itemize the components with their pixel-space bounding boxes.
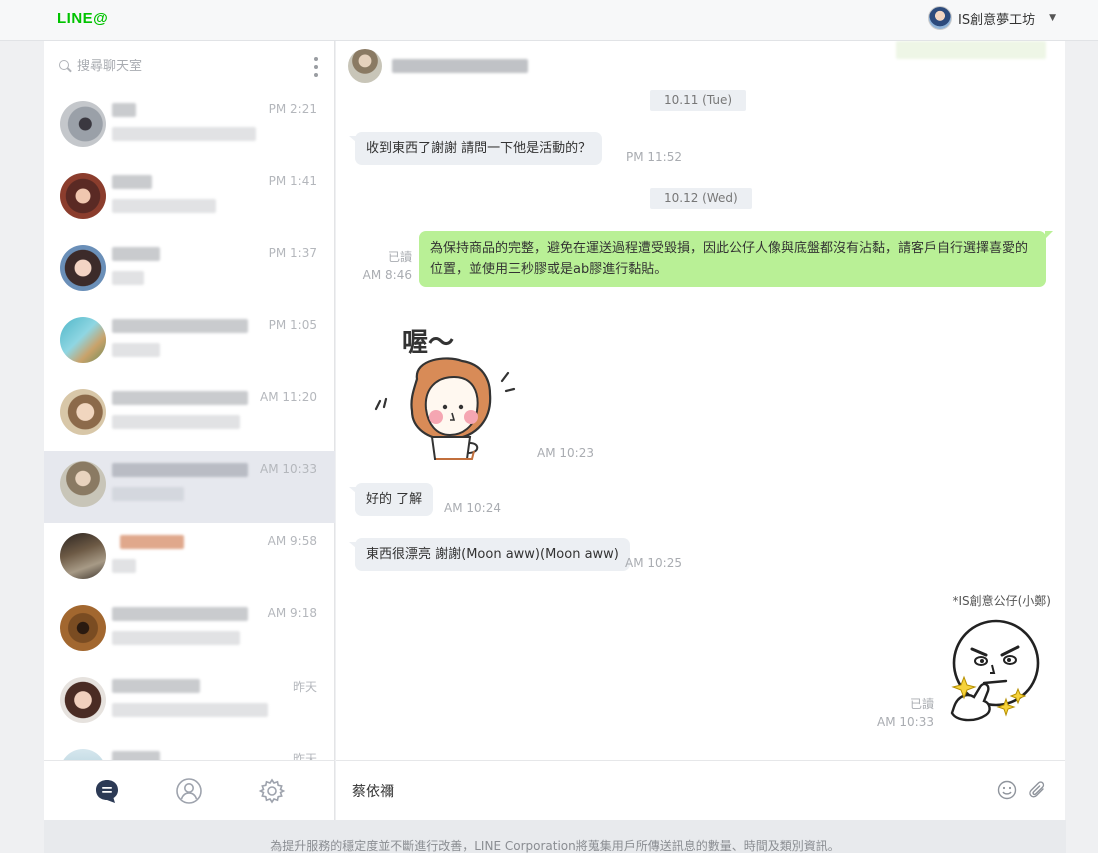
incoming-message-bubble: 東西很漂亮 謝謝(Moon aww)(Moon aww) — [349, 538, 630, 571]
chat-name-redacted — [112, 463, 248, 477]
message-time: AM 10:24 — [444, 501, 501, 515]
left-tab-bar — [44, 760, 335, 820]
sticker-thinking-face — [950, 619, 1040, 722]
contact-avatar[interactable] — [348, 49, 382, 83]
chat-header — [336, 41, 1065, 91]
avatar — [60, 533, 106, 579]
chat-list-item[interactable]: PM 1:05 — [44, 307, 335, 379]
avatar — [60, 173, 106, 219]
chat-list-panel: PM 2:21 PM 1:41 PM 1:37 PM 1:05 AM 11:20 — [44, 41, 335, 820]
avatar — [60, 245, 106, 291]
chat-time: AM 9:58 — [267, 534, 317, 548]
read-receipt: 已讀 — [909, 697, 934, 711]
paperclip-icon[interactable] — [1028, 779, 1048, 801]
chat-list-item[interactable]: AM 9:58 — [44, 523, 335, 595]
account-switcher[interactable]: IS創意夢工坊 ▼ — [927, 5, 1056, 31]
search-bar — [44, 41, 335, 91]
message-composer — [336, 760, 1065, 820]
chat-preview-redacted — [112, 631, 240, 645]
chat-time: PM 2:21 — [268, 102, 317, 116]
chat-list-item[interactable]: AM 11:20 — [44, 379, 335, 451]
avatar — [60, 749, 106, 760]
chat-name-redacted — [112, 607, 248, 621]
chat-time: AM 11:20 — [260, 390, 317, 404]
chat-list-item[interactable]: PM 2:21 — [44, 91, 335, 163]
sender-name: *IS創意公仔(小鄭) — [952, 594, 1051, 608]
date-divider: 10.11 (Tue) — [650, 90, 747, 111]
account-avatar — [927, 6, 952, 30]
avatar — [60, 461, 106, 507]
chat-preview-redacted — [112, 343, 160, 357]
sticker-girl-with-cup: 喔～ — [374, 328, 516, 460]
chat-preview-redacted — [112, 199, 216, 213]
chat-time: 昨天 — [292, 752, 317, 760]
message-time: PM 11:52 — [626, 150, 682, 164]
chat-preview-redacted — [112, 271, 144, 285]
message-area[interactable]: 10.11 (Tue) 收到東西了謝謝 請問一下他是活動的？ PM 11:52 … — [336, 41, 1065, 760]
chat-name-redacted — [112, 751, 160, 760]
date-divider: 10.12 (Wed) — [650, 188, 752, 209]
message-input[interactable] — [352, 781, 972, 801]
chat-time: AM 10:33 — [260, 462, 317, 476]
chat-preview-redacted — [112, 127, 256, 141]
friends-icon[interactable] — [175, 777, 203, 805]
avatar — [60, 605, 106, 651]
line-logo[interactable]: LINE@ — [57, 10, 108, 27]
message-time: AM 10:25 — [625, 556, 682, 570]
chat-list-item[interactable]: 昨天 — [44, 739, 335, 760]
chat-time: PM 1:41 — [268, 174, 317, 188]
privacy-notice: 為提升服務的穩定度並不斷進行改善，LINE Corporation將蒐集用戶所傳… — [44, 820, 1066, 853]
chat-list-item[interactable]: PM 1:41 — [44, 163, 335, 235]
incoming-message-bubble: 好的 了解 — [348, 483, 434, 516]
message-time: AM 10:33 — [877, 715, 934, 729]
chat-preview-redacted — [112, 415, 240, 429]
message-time: AM 10:23 — [537, 446, 594, 460]
chat-name-redacted — [112, 103, 136, 117]
chat-preview-redacted — [112, 703, 268, 717]
chat-preview-redacted — [112, 559, 136, 573]
header-notice-redacted — [896, 41, 1046, 59]
chat-time: PM 1:37 — [268, 246, 317, 260]
incoming-message-bubble: 收到東西了謝謝 請問一下他是活動的？ — [348, 132, 603, 165]
chat-time: 昨天 — [292, 680, 317, 694]
conversation-panel: 10.11 (Tue) 收到東西了謝謝 請問一下他是活動的？ PM 11:52 … — [336, 41, 1065, 820]
chat-time: PM 1:05 — [268, 318, 317, 332]
message-time: AM 8:46 — [362, 268, 412, 282]
more-options-icon[interactable] — [309, 57, 323, 77]
chat-list: PM 2:21 PM 1:41 PM 1:37 PM 1:05 AM 11:20 — [44, 91, 335, 760]
chat-icon[interactable] — [93, 777, 121, 805]
avatar — [60, 677, 106, 723]
search-icon — [58, 59, 72, 73]
read-receipt: 已讀 — [387, 250, 412, 264]
search-input[interactable] — [77, 58, 297, 74]
sticker-caption: 喔～ — [402, 328, 454, 358]
contact-name-redacted — [392, 59, 528, 73]
chat-name-redacted — [112, 247, 160, 261]
chat-preview-redacted — [112, 487, 184, 501]
emoji-icon[interactable] — [997, 780, 1017, 800]
chat-name-redacted — [112, 319, 248, 333]
chat-list-item[interactable]: 昨天 — [44, 667, 335, 739]
outgoing-message-bubble: 為保持商品的完整，避免在運送過程遭受毀損，因此公仔人像與底盤都沒有沾黏，請客戶自… — [419, 231, 1053, 287]
chat-name-redacted — [112, 391, 248, 405]
chat-name-redacted — [112, 679, 200, 693]
chevron-down-icon: ▼ — [1049, 13, 1056, 23]
account-name: IS創意夢工坊 — [957, 12, 1036, 28]
chat-list-item[interactable]: AM 9:18 — [44, 595, 335, 667]
settings-gear-icon[interactable] — [258, 777, 286, 805]
chat-name-redacted — [120, 535, 184, 549]
avatar — [60, 101, 106, 147]
chat-name-redacted — [112, 175, 152, 189]
top-bar: LINE@ IS創意夢工坊 ▼ — [0, 0, 1098, 41]
avatar — [60, 317, 106, 363]
chat-list-item[interactable]: PM 1:37 — [44, 235, 335, 307]
avatar — [60, 389, 106, 435]
chat-list-item-active[interactable]: AM 10:33 — [44, 451, 335, 523]
chat-time: AM 9:18 — [267, 606, 317, 620]
